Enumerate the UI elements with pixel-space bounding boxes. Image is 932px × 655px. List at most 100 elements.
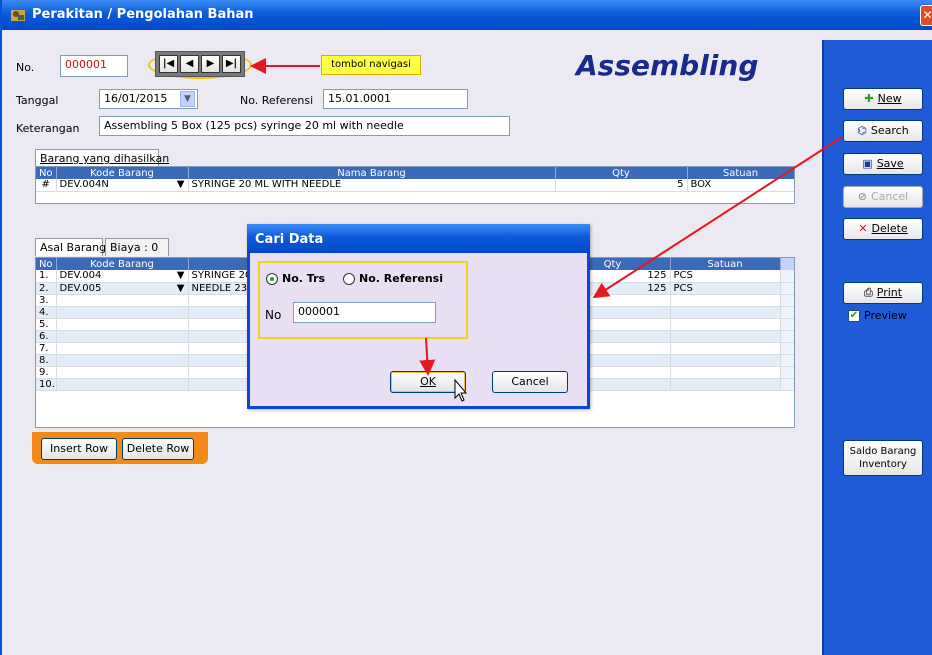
- scrollbar-track[interactable]: [780, 282, 794, 295]
- dialog-no-input[interactable]: 000001: [293, 302, 436, 323]
- tanggal-label: Tanggal: [16, 94, 59, 107]
- scrollbar-track[interactable]: [780, 342, 794, 355]
- x-icon: ✕: [858, 222, 868, 235]
- cell-kode: [56, 366, 189, 379]
- cell-kode-text: DEV.004N: [59, 179, 109, 191]
- page-title: Assembling: [576, 49, 759, 82]
- tab-barang-dihasilkan-label: Barang yang dihasilkan: [40, 152, 170, 165]
- noref-field[interactable]: 15.01.0001: [323, 89, 468, 109]
- tanggal-field[interactable]: 16/01/2015 ▼: [99, 89, 198, 109]
- dialog-cancel-button[interactable]: Cancel: [492, 371, 568, 393]
- scrollbar-track[interactable]: [780, 294, 794, 307]
- cell-kode: [56, 378, 189, 391]
- close-icon[interactable]: ✕: [920, 5, 932, 26]
- next-record-button[interactable]: ▶: [201, 55, 220, 73]
- search-button[interactable]: ⌬ Search: [843, 120, 923, 142]
- cell-no: 1.: [36, 270, 57, 283]
- col-no[interactable]: No: [36, 167, 57, 179]
- cell-no-text: 10.: [39, 378, 55, 390]
- saldo-line1: Saldo Barang: [849, 446, 917, 457]
- radio-no-referensi[interactable]: [343, 273, 355, 285]
- col-no[interactable]: No: [36, 258, 57, 270]
- last-record-button[interactable]: ▶|: [222, 55, 241, 73]
- nav-annotation-note: tombol navigasi: [321, 55, 421, 75]
- first-record-button[interactable]: |◀: [159, 55, 178, 73]
- floppy-icon: ▣: [862, 157, 873, 170]
- scrollbar-track[interactable]: [780, 270, 794, 283]
- radio-no-trs-label: No. Trs: [282, 272, 326, 285]
- cell-satuan-text: PCS: [673, 270, 693, 282]
- keterangan-field[interactable]: Assembling 5 Box (125 pcs) syringe 20 ml…: [99, 116, 510, 136]
- col-satuan[interactable]: Satuan: [687, 167, 794, 179]
- cell-kode: [56, 306, 189, 319]
- no-label: No.: [16, 61, 35, 74]
- cell-satuan: [670, 294, 781, 307]
- dialog-no-label: No: [265, 308, 282, 322]
- col-kode[interactable]: Kode Barang: [56, 167, 189, 179]
- delete-row-button[interactable]: Delete Row: [122, 438, 194, 460]
- insert-row-button[interactable]: Insert Row: [41, 438, 117, 460]
- tab-biaya[interactable]: Biaya : 0: [105, 238, 169, 256]
- print-button[interactable]: ⎙ Print: [843, 282, 923, 304]
- plus-icon: ✚: [864, 92, 874, 105]
- delete-button[interactable]: ✕ Delete: [843, 218, 923, 240]
- col-qty[interactable]: Qty: [555, 167, 688, 179]
- preview-label: Preview: [864, 309, 907, 322]
- tanggal-value: 16/01/2015: [104, 92, 168, 105]
- tab-biaya-label: Biaya : 0: [110, 241, 159, 254]
- tab-asal-barang-label: Asal Barang: [40, 241, 107, 254]
- save-label: Save: [876, 157, 904, 170]
- ok-button[interactable]: OK: [390, 371, 466, 393]
- dropdown-icon[interactable]: ▼: [177, 179, 185, 190]
- scrollbar-track[interactable]: [780, 318, 794, 331]
- dropdown-icon[interactable]: ▼: [177, 283, 185, 294]
- cell-no-text: 8.: [39, 354, 49, 366]
- dialog-title: Cari Data: [247, 224, 590, 253]
- col-kode[interactable]: Kode Barang: [56, 258, 189, 270]
- cell-no: 8.: [36, 354, 57, 367]
- cell-satuan: [670, 366, 781, 379]
- no-field[interactable]: 000001: [60, 55, 128, 77]
- cell-satuan: [670, 330, 781, 343]
- chevron-down-icon[interactable]: ▼: [180, 91, 195, 107]
- window-title: Perakitan / Pengolahan Bahan: [32, 7, 254, 22]
- search-dialog: Cari Data No. Trs No. Referensi No 00000…: [247, 224, 590, 409]
- cancel-label: Cancel: [870, 190, 909, 203]
- radio-no-trs[interactable]: [266, 273, 278, 285]
- cell-no-text: 6.: [39, 330, 49, 342]
- main-window: Perakitan / Pengolahan Bahan ✕ No. 00000…: [0, 0, 932, 655]
- radio-no-referensi-label: No. Referensi: [359, 272, 443, 285]
- new-label: New: [877, 92, 902, 105]
- col-satuan[interactable]: Satuan: [670, 258, 781, 270]
- cell-kode[interactable]: DEV.004N ▼: [56, 179, 189, 192]
- cell-kode: DEV.004 ▼: [56, 270, 189, 283]
- cancel-icon: ⊘: [857, 190, 867, 203]
- new-button[interactable]: ✚ New: [843, 88, 923, 110]
- scrollbar-track[interactable]: [780, 354, 794, 367]
- scrollbar-track[interactable]: [780, 330, 794, 343]
- tab-asal-barang[interactable]: Asal Barang: [35, 238, 107, 256]
- cell-no-text: 7.: [39, 342, 49, 354]
- scrollbar-track[interactable]: [780, 378, 794, 391]
- prev-record-button[interactable]: ◀: [180, 55, 199, 73]
- scroll-up-icon[interactable]: [780, 258, 794, 270]
- preview-checkbox[interactable]: ✔: [848, 310, 860, 322]
- cell-nama: SYRINGE 20 ML WITH NEEDLE: [188, 179, 556, 192]
- dialog-cancel-label: Cancel: [511, 375, 549, 388]
- cell-qty-text: 125: [647, 270, 667, 282]
- cell-no-text: 5.: [39, 318, 49, 330]
- cancel-button[interactable]: ⊘ Cancel: [843, 186, 923, 208]
- save-button[interactable]: ▣ Save: [843, 153, 923, 175]
- scrollbar-track[interactable]: [780, 306, 794, 319]
- dropdown-icon[interactable]: ▼: [177, 270, 185, 281]
- saldo-barang-inventory-button[interactable]: Saldo Barang Inventory: [843, 440, 923, 476]
- scrollbar-track[interactable]: [780, 366, 794, 379]
- cell-no: #: [36, 179, 57, 192]
- cell-satuan: BOX: [687, 179, 794, 192]
- ok-label: OK: [420, 375, 436, 388]
- cell-kode: [56, 354, 189, 367]
- tab-barang-dihasilkan[interactable]: Barang yang dihasilkan: [35, 149, 169, 167]
- table-row[interactable]: # DEV.004N ▼ SYRINGE 20 ML WITH NEEDLE 5 …: [36, 179, 794, 192]
- cell-kode-text: DEV.005: [59, 282, 102, 294]
- col-nama[interactable]: Nama Barang: [188, 167, 556, 179]
